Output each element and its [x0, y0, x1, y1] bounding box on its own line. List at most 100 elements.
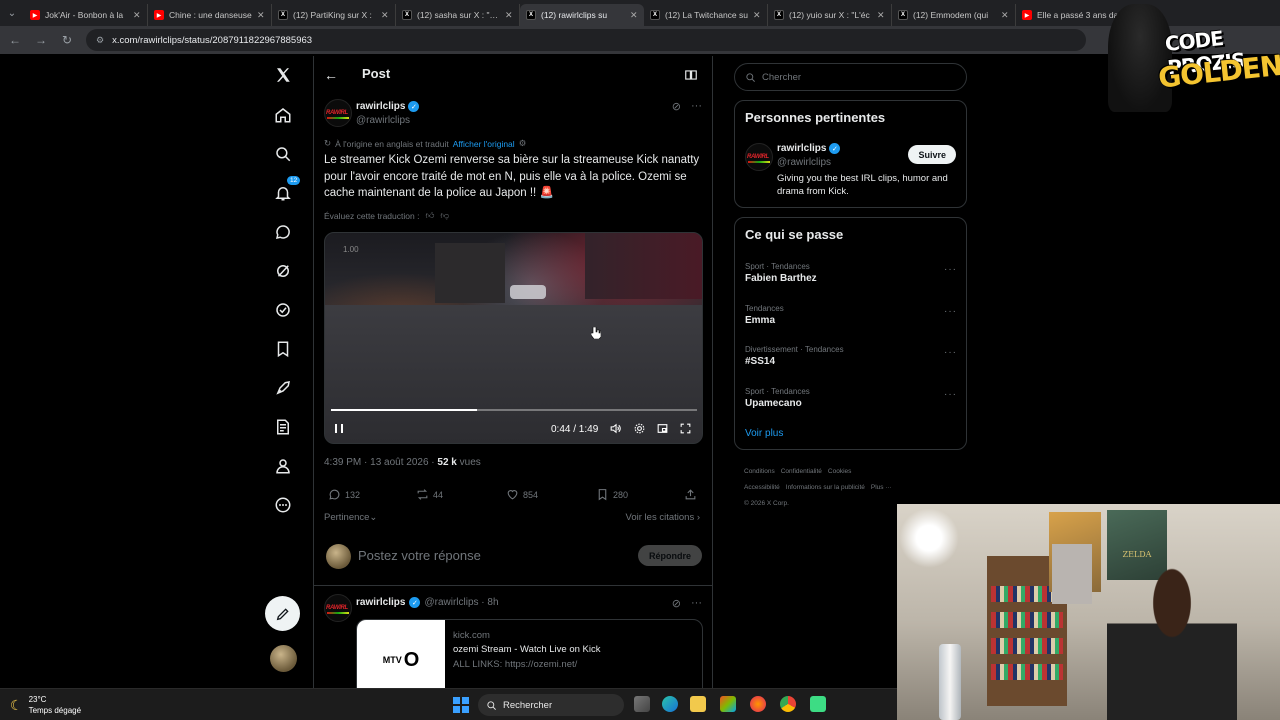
author-name[interactable]: rawirlclips ✓	[356, 101, 420, 112]
share-button[interactable]	[684, 488, 697, 501]
trend-item[interactable]: Tendances Emma ···	[745, 304, 957, 334]
more-options-icon[interactable]: ···	[691, 597, 702, 610]
footer-link[interactable]: Accessibilité	[744, 484, 780, 491]
pause-icon[interactable]	[335, 424, 343, 433]
footer-link[interactable]: Cookies	[828, 468, 851, 475]
site-info-icon[interactable]: ⚙	[96, 35, 104, 46]
reply-input[interactable]: Postez votre réponse	[358, 548, 481, 563]
trend-item[interactable]: Sport · Tendances Upamecano ···	[745, 387, 957, 417]
browser-tab[interactable]: X (12) rawirlclips su ✕	[520, 4, 644, 26]
more-options-icon[interactable]: ···	[944, 389, 957, 400]
tab-close-icon[interactable]: ✕	[877, 10, 885, 21]
tab-close-icon[interactable]: ✕	[753, 10, 761, 21]
author-handle[interactable]: @rawirlclips	[356, 115, 410, 126]
volume-icon[interactable]	[609, 422, 622, 440]
tab-close-icon[interactable]: ✕	[381, 10, 389, 21]
settings-gear-icon[interactable]: ⚙	[519, 138, 527, 149]
link-card[interactable]: MTV O kick.com ozemi Stream - Watch Live …	[356, 619, 703, 688]
more-options-icon[interactable]: ···	[691, 100, 702, 113]
more-icon[interactable]	[272, 494, 294, 516]
notifications-icon[interactable]: 12	[272, 176, 301, 204]
browser-tab[interactable]: ▶ Jok'Air - Bonbon à la ✕	[24, 4, 148, 26]
footer-link[interactable]: Plus ···	[871, 484, 892, 491]
reply-button[interactable]: 132	[328, 488, 360, 501]
more-options-icon[interactable]: ···	[944, 347, 957, 358]
x-logo-icon[interactable]	[272, 64, 294, 86]
footer-link[interactable]: Confidentialité	[781, 468, 822, 475]
explore-icon[interactable]	[272, 143, 294, 165]
relevant-avatar[interactable]: RAWIRL	[745, 143, 773, 171]
bookmark-button[interactable]: 280	[596, 488, 628, 501]
tab-close-icon[interactable]: ✕	[505, 10, 513, 21]
relevant-name[interactable]: rawirlclips ✓	[777, 143, 841, 154]
reply-submit-button[interactable]: Répondre	[637, 545, 702, 566]
weather-widget[interactable]: ☾ 23°C Temps dégagé	[10, 694, 81, 716]
browser-tab[interactable]: X (12) sasha sur X : "Ne ✕	[396, 4, 520, 26]
reply-author-avatar[interactable]: RAWIRL	[324, 594, 352, 622]
verified-orgs-icon[interactable]	[272, 299, 294, 321]
file-explorer-icon[interactable]	[690, 696, 706, 712]
browser-tab[interactable]: X (12) PartiKing sur X : ✕	[272, 4, 396, 26]
pip-icon[interactable]	[656, 422, 669, 440]
grok-explain-icon[interactable]: ⊘	[672, 100, 681, 113]
see-more-link[interactable]: Voir plus	[745, 428, 783, 439]
footer-link[interactable]: Informations sur la publicité	[786, 484, 865, 491]
more-options-icon[interactable]: ···	[944, 306, 957, 317]
articles-icon[interactable]	[272, 416, 294, 438]
search-box[interactable]	[734, 63, 967, 91]
browser-tab[interactable]: X (12) yuio sur X : "L'éc ✕	[768, 4, 892, 26]
reader-icon[interactable]	[684, 68, 698, 87]
relevant-handle[interactable]: @rawirlclips	[777, 157, 831, 168]
author-avatar[interactable]: RAWIRL	[324, 99, 352, 127]
footer-link[interactable]: Conditions	[744, 468, 775, 475]
grok-explain-icon[interactable]: ⊘	[672, 597, 681, 610]
chrome-icon[interactable]	[780, 696, 796, 712]
forward-icon[interactable]: →	[34, 33, 48, 47]
more-options-icon[interactable]: ···	[944, 264, 957, 275]
tab-close-icon[interactable]: ✕	[1001, 10, 1009, 21]
like-button[interactable]: 854	[506, 488, 538, 501]
firefox-icon[interactable]	[750, 696, 766, 712]
trend-item[interactable]: Divertissement · Tendances #SS14 ···	[745, 345, 957, 375]
repost-button[interactable]: 44	[416, 488, 443, 501]
store-icon[interactable]	[720, 696, 736, 712]
tab-search-icon[interactable]: ⌄	[0, 0, 24, 26]
taskbar-search[interactable]: Rechercher	[478, 694, 624, 716]
video-progress-bar[interactable]	[331, 409, 697, 411]
task-view-icon[interactable]	[634, 696, 650, 712]
view-quotes-link[interactable]: Voir les citations ›	[626, 512, 700, 523]
trend-item[interactable]: Sport · Tendances Fabien Barthez ···	[745, 262, 957, 292]
settings-icon[interactable]	[633, 422, 646, 440]
grok-icon[interactable]	[272, 260, 294, 282]
tab-close-icon[interactable]: ✕	[630, 10, 638, 21]
profile-icon[interactable]	[272, 455, 294, 477]
show-original-link[interactable]: Afficher l'original	[453, 139, 515, 149]
thumbs-up-icon[interactable]: 👍︎	[425, 210, 434, 221]
search-input[interactable]	[762, 71, 952, 83]
browser-tab[interactable]: X (12) La Twitchance su ✕	[644, 4, 768, 26]
reload-icon[interactable]: ↻	[60, 33, 74, 47]
follow-button[interactable]: Suivre	[908, 145, 956, 164]
app-icon[interactable]	[810, 696, 826, 712]
thumbs-down-icon[interactable]: 👎︎	[440, 210, 449, 221]
compose-button[interactable]	[265, 596, 300, 631]
edge-icon[interactable]	[662, 696, 678, 712]
tab-close-icon[interactable]: ✕	[133, 10, 141, 21]
bookmarks-icon[interactable]	[272, 338, 294, 360]
reply-handle-time[interactable]: @rawirlclips · 8h	[424, 597, 498, 608]
browser-tab[interactable]: X (12) Emmodem (qui ✕	[892, 4, 1016, 26]
tab-close-icon[interactable]: ✕	[257, 10, 265, 21]
rocket-icon[interactable]	[272, 377, 294, 399]
messages-icon[interactable]	[272, 221, 294, 243]
windows-start-icon[interactable]	[453, 697, 469, 713]
reply-author-name[interactable]: rawirlclips	[356, 597, 405, 608]
url-bar[interactable]: ⚙ x.com/rawirlclips/status/2087911822967…	[86, 29, 1086, 51]
post-timestamp[interactable]: 4:39 PM · 13 août 2026 ·	[324, 457, 437, 468]
account-avatar[interactable]	[270, 645, 297, 672]
browser-tab[interactable]: ▶ Chine : une danseuse ✕	[148, 4, 272, 26]
video-player[interactable]: 1.00 0:44 / 1:49	[324, 232, 703, 444]
back-arrow-icon[interactable]: ←	[324, 67, 338, 83]
back-icon[interactable]: ←	[8, 33, 22, 47]
fullscreen-icon[interactable]	[679, 422, 692, 440]
sort-dropdown[interactable]: Pertinence⌄	[324, 512, 377, 523]
